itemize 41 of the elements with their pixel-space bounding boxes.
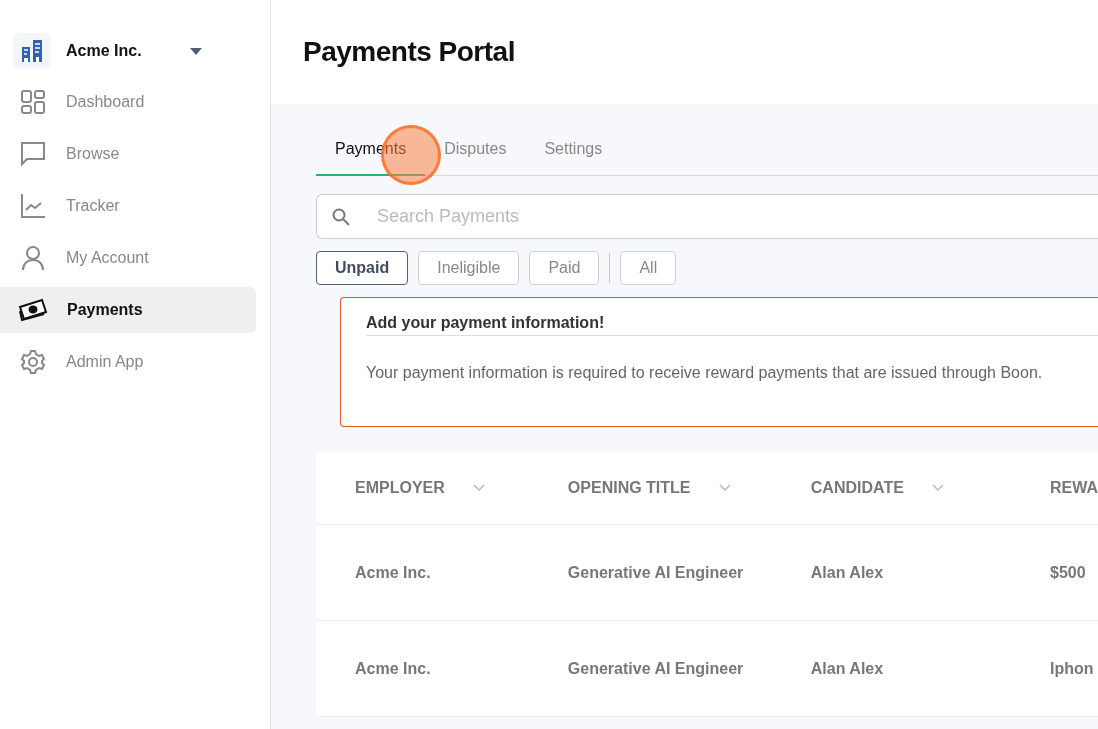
table-cell: Acme Inc.: [355, 563, 431, 581]
filter-button[interactable]: Ineligible: [418, 251, 520, 285]
caret-icon[interactable]: [190, 47, 202, 55]
settings-icon: [20, 349, 46, 375]
column-header[interactable]: REWA: [1050, 478, 1098, 497]
column-header[interactable]: EMPLOYER: [355, 478, 445, 497]
search-icon: [332, 208, 350, 226]
sidebar-item[interactable]: Browse: [0, 131, 256, 177]
table-cell: Generative AI Engineer: [567, 659, 744, 677]
person-icon: [20, 245, 46, 271]
org-name[interactable]: Acme Inc.: [66, 42, 190, 60]
sidebar-item[interactable]: Admin App: [0, 339, 256, 385]
table-cell: Alan Alex: [810, 563, 884, 581]
page-title: Payments Portal: [303, 36, 515, 68]
chart-icon: [20, 193, 46, 219]
column-header[interactable]: CANDIDATE: [810, 478, 904, 497]
tab[interactable]: Settings: [525, 129, 622, 176]
table-cell: Acme Inc.: [355, 659, 431, 677]
table-cell: Alan Alex: [810, 659, 884, 677]
sidebar-item[interactable]: My Account: [0, 235, 256, 281]
chevron-down-icon[interactable]: [931, 484, 944, 491]
filter-button[interactable]: Paid: [529, 251, 600, 285]
table-cell: Generative AI Engineer: [567, 563, 744, 581]
filter-button[interactable]: Unpaid: [316, 251, 409, 285]
alert-message: Your payment information is required to receive reward payments that are issued through Boon.: [366, 364, 1044, 382]
search-field[interactable]: Search Payments: [316, 194, 1098, 239]
banknotes-icon: [18, 297, 48, 323]
chevron-down-icon[interactable]: [472, 484, 485, 491]
column-header[interactable]: OPENING TITLE: [567, 478, 691, 497]
chat-icon: [20, 141, 46, 167]
sidebar-item[interactable]: Dashboard: [0, 79, 256, 125]
table-cell: Iphon: [1050, 659, 1094, 677]
filter-button[interactable]: All: [620, 251, 677, 285]
tab[interactable]: Disputes: [425, 129, 526, 176]
dashboard-grid-icon: [20, 89, 46, 115]
table-cell: $500: [1050, 563, 1086, 581]
alert-title: Add your payment information!: [366, 298, 1098, 336]
building-icon: [21, 39, 43, 63]
sidebar-item[interactable]: Payments: [0, 287, 256, 333]
sidebar-item[interactable]: Tracker: [0, 183, 256, 229]
chevron-down-icon[interactable]: [718, 484, 731, 491]
